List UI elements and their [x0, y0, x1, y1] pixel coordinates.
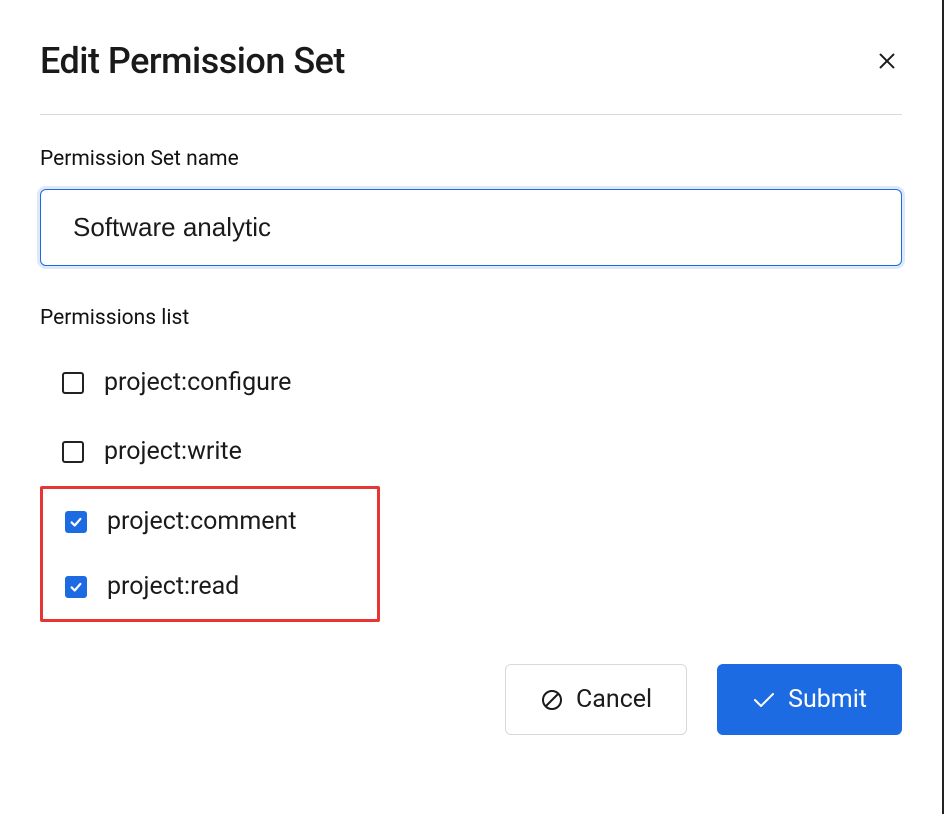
permission-set-name-input[interactable]	[40, 189, 902, 266]
modal-actions: Cancel Submit	[40, 664, 902, 735]
permissions-field-label: Permissions list	[40, 306, 902, 330]
permission-label: project:read	[107, 572, 239, 601]
permission-item: project:configure	[40, 348, 902, 417]
divider	[40, 114, 902, 115]
check-icon	[752, 691, 776, 709]
modal-header: Edit Permission Set	[40, 40, 902, 114]
permission-label: project:write	[104, 437, 242, 466]
close-button[interactable]	[872, 46, 902, 76]
permission-checkbox-project-write[interactable]	[62, 441, 84, 463]
submit-button[interactable]: Submit	[717, 664, 902, 735]
name-field-label: Permission Set name	[40, 147, 902, 171]
check-icon	[69, 515, 83, 529]
permission-label: project:configure	[104, 368, 291, 397]
cancel-icon	[540, 688, 564, 712]
permission-checkbox-project-comment[interactable]	[65, 511, 87, 533]
edit-permission-set-modal: Edit Permission Set Permission Set name …	[0, 0, 944, 814]
submit-button-label: Submit	[788, 685, 867, 714]
permission-label: project:comment	[107, 507, 297, 536]
modal-title: Edit Permission Set	[40, 40, 345, 82]
cancel-button-label: Cancel	[576, 685, 652, 714]
highlighted-permissions: project:comment project:read	[40, 486, 380, 622]
permissions-list: project:configure project:write project:…	[40, 348, 902, 622]
check-icon	[69, 580, 83, 594]
permission-item: project:write	[40, 417, 902, 486]
permission-item: project:comment	[43, 489, 377, 554]
permissions-section: Permissions list project:configure proje…	[40, 306, 902, 622]
cancel-button[interactable]: Cancel	[505, 664, 687, 735]
close-icon	[876, 50, 898, 72]
permission-checkbox-project-read[interactable]	[65, 576, 87, 598]
permission-item: project:read	[43, 554, 377, 619]
permission-checkbox-project-configure[interactable]	[62, 372, 84, 394]
